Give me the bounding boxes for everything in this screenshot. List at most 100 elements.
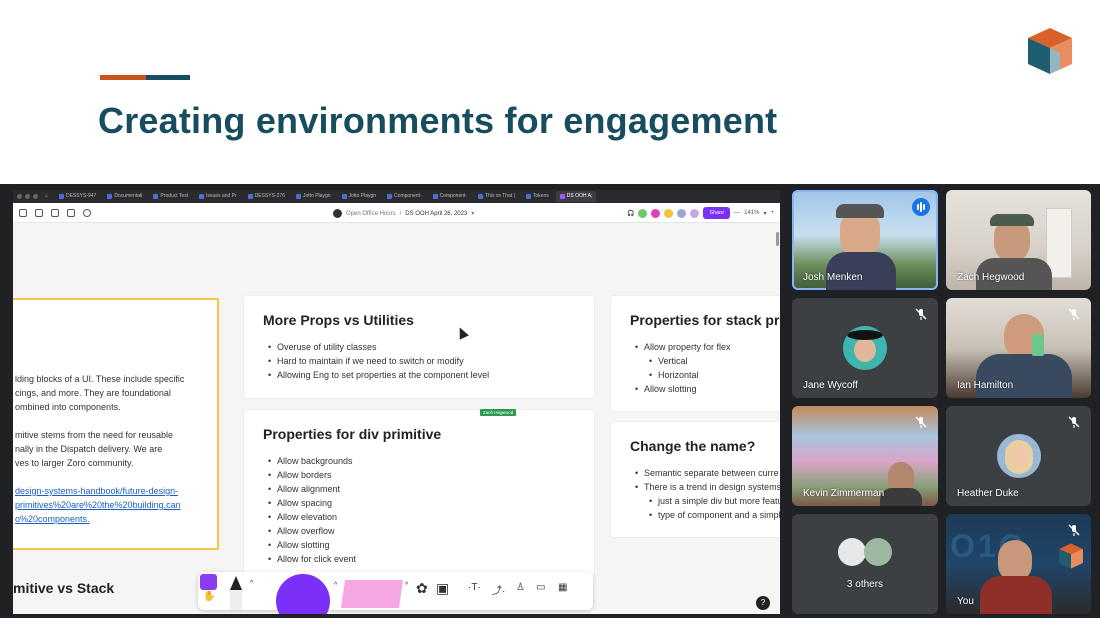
chevron-up-icon[interactable]: ^ [334, 582, 337, 589]
card-bullet-item: Allow backgrounds [268, 454, 594, 468]
shape-tool-icon[interactable] [276, 574, 330, 614]
connector-tool-icon[interactable]: ⤴· [492, 582, 505, 597]
zoom-level[interactable]: 141% [744, 210, 759, 216]
share-button[interactable]: Share [703, 207, 731, 219]
mic-off-icon [1068, 308, 1080, 320]
zoom-out-icon[interactable]: — [734, 210, 740, 216]
chevron-up-icon[interactable]: ^ [405, 582, 408, 589]
card-bullet-item: Semantic separate between curre [635, 466, 780, 480]
card-stack-primitive-properties[interactable]: Properties for stack pri Allow property f… [611, 296, 780, 411]
whiteboard-canvas[interactable]: lding blocks of a UI. These include spec… [13, 223, 780, 614]
tab-favicon-icon [478, 194, 484, 199]
note-text-line: mitive stems from the need for reusable [15, 430, 174, 440]
window-close-icon[interactable] [17, 194, 22, 199]
collaborator-avatar[interactable] [690, 208, 700, 218]
browser-tab[interactable]: DESSYS-947 [55, 191, 100, 202]
browser-tab[interactable]: Documentati [103, 191, 146, 202]
participant-avatar [838, 538, 866, 566]
stamp-tool-icon[interactable]: ✿ [416, 580, 428, 597]
collaborator-avatar[interactable] [638, 208, 648, 218]
tab-label: Component- [394, 193, 422, 199]
browser-tab[interactable]: Tokens [522, 191, 553, 202]
mic-off-icon [1068, 524, 1080, 536]
participant-tile-others[interactable]: 3 others [792, 514, 938, 614]
chevron-down-icon[interactable]: ▾ [763, 210, 766, 217]
scrollbar-vertical[interactable] [776, 232, 779, 246]
zoom-in-icon[interactable]: + [770, 210, 774, 216]
window-minimize-icon[interactable] [25, 194, 30, 199]
participant-hat [836, 204, 884, 218]
participant-tile-jane-wycoff[interactable]: Jane Wycoff [792, 298, 938, 398]
primitive-notes-card[interactable]: lding blocks of a UI. These include spec… [13, 298, 219, 550]
participant-tile-ian-hamilton[interactable]: Ian Hamilton [946, 298, 1091, 398]
participant-tile-heather-duke[interactable]: Heather Duke [946, 406, 1091, 506]
card-more-props-vs-utilities[interactable]: More Props vs Utilities Overuse of utilit… [244, 296, 594, 398]
tab-favicon-icon [525, 194, 531, 199]
breadcrumb-team[interactable]: Open Office Hours [346, 211, 396, 217]
chevron-up-icon[interactable]: ^ [250, 580, 253, 587]
tab-label: DESSYS-276 [254, 193, 285, 199]
stamp-person-icon[interactable]: ♙ [516, 582, 525, 593]
card-title: Properties for stack pri [630, 312, 780, 328]
card-bullet-list: Semantic separate between curreThere is … [635, 466, 780, 522]
note-link-line: o%20components. [15, 512, 90, 526]
note-text-line: lding blocks of a UI. These include spec… [15, 374, 185, 384]
collaborator-avatar[interactable] [651, 208, 661, 218]
card-bullet-item: just a simple div but more feature [649, 494, 780, 508]
plugins-icon[interactable] [35, 208, 43, 217]
card-div-primitive-properties[interactable]: Properties for div primitive Allow backgr… [244, 410, 594, 580]
mic-off-icon [1068, 416, 1080, 428]
browser-window: ⌂ DESSYS-947 Documentati Product Test Issue… [13, 190, 780, 614]
card-change-the-name[interactable]: Change the name? Semantic separate betwee… [611, 422, 780, 537]
handbook-link[interactable]: design-systems-handbook/future-design- [15, 486, 178, 496]
participant-tile-kevin-zimmerman[interactable]: Kevin Zimmerman [792, 406, 938, 506]
card-bullet-item: Allow elevation [268, 510, 594, 524]
browser-tab[interactable]: DS OOH A; [555, 191, 597, 202]
card-bullet-item: Allowing Eng to set properties at the co… [268, 368, 594, 382]
hand-tool-icon[interactable]: ✋ [203, 591, 215, 602]
participant-tile-you[interactable]: O1O You [946, 514, 1091, 614]
table-tool-icon[interactable]: ▦ [558, 582, 567, 593]
handbook-link[interactable]: o%20components. [15, 514, 90, 524]
participant-tile-josh-menken[interactable]: Josh Menken [792, 190, 938, 290]
headphones-icon[interactable]: 🎧 [627, 210, 634, 217]
home-tab-icon[interactable]: ⌂ [41, 191, 52, 202]
tab-favicon-icon [247, 194, 253, 199]
browser-tab[interactable]: Product Test [149, 191, 192, 202]
marker-tool-icon[interactable] [226, 576, 246, 610]
select-tool-icon[interactable] [200, 574, 217, 590]
browser-tab[interactable]: DESSYS-276 [244, 191, 289, 202]
mic-off-icon [915, 308, 927, 320]
browser-tab[interactable]: This vs That | [474, 191, 519, 202]
drink-cup [1032, 334, 1044, 356]
participant-tile-zach-hegwood[interactable]: Zach Hegwood [946, 190, 1091, 290]
help-button[interactable]: ? [756, 596, 770, 610]
participant-name: Heather Duke [957, 488, 1019, 499]
main-menu-icon[interactable] [19, 208, 27, 217]
breadcrumb-file[interactable]: DS OOH April 26, 2023 [405, 211, 467, 217]
tab-favicon-icon [387, 194, 393, 199]
browser-tab[interactable]: Jotto Playgn [338, 191, 381, 202]
browser-tab-strip: ⌂ DESSYS-947 Documentati Product Test Issue… [13, 190, 780, 203]
section-tool-icon[interactable]: ▭ [536, 582, 545, 593]
browser-tab[interactable]: Component- [429, 191, 472, 202]
media-tool-icon[interactable]: ▣ [436, 580, 449, 597]
frame-icon[interactable] [67, 208, 75, 217]
chevron-down-icon[interactable]: ▾ [471, 210, 474, 217]
sticky-note-tool-icon[interactable] [341, 580, 403, 608]
comment-icon[interactable] [83, 208, 91, 217]
card-bullet-item: Horizontal [649, 368, 780, 382]
browser-tab[interactable]: Component- [383, 191, 426, 202]
handbook-link[interactable]: primitives%20are%20the%20building,can [15, 500, 181, 510]
shared-screen: ⌂ DESSYS-947 Documentati Product Test Issue… [0, 184, 1100, 618]
breadcrumb: Open Office Hours / DS OOH April 26, 202… [333, 209, 474, 218]
browser-tab[interactable]: Jotto Playgn [292, 191, 335, 202]
library-icon[interactable] [51, 208, 59, 217]
browser-tab[interactable]: Issues and Pr [195, 191, 241, 202]
window-maximize-icon[interactable] [33, 194, 38, 199]
text-tool-icon[interactable]: ·T· [468, 582, 481, 593]
slide-title: Creating environments for engagement [98, 100, 778, 141]
note-text-line: cings, and more. They are foundational [15, 388, 171, 398]
collaborator-avatar[interactable] [677, 208, 687, 218]
collaborator-avatar[interactable] [664, 208, 674, 218]
